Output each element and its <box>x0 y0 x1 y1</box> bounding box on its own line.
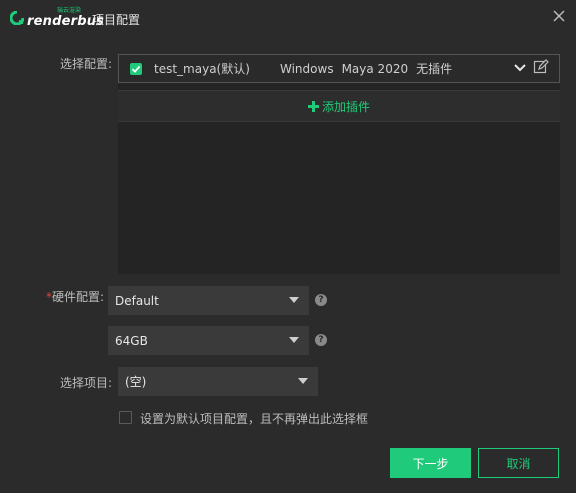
dropdown-caret-icon <box>298 378 308 384</box>
select-config-label: 选择配置: <box>59 57 112 71</box>
cancel-button[interactable]: 取消 <box>478 448 559 478</box>
hardware-help-icon[interactable]: ? <box>315 294 327 306</box>
add-plugin-button[interactable]: 添加插件 <box>118 90 560 122</box>
edit-button[interactable] <box>533 59 549 78</box>
config-item[interactable]: test_maya(默认) Windows Maya 2020 无插件 <box>118 54 560 83</box>
next-button[interactable]: 下一步 <box>390 448 471 478</box>
hardware-label-wrap: *硬件配置: <box>30 288 104 305</box>
config-os: Windows <box>280 61 334 76</box>
plus-icon <box>307 100 319 112</box>
dropdown-caret-icon <box>289 297 299 303</box>
window-title: 项目配置 <box>92 13 141 27</box>
project-select[interactable]: (空) <box>118 367 318 396</box>
hardware-preset-select[interactable]: Default <box>108 286 309 315</box>
renderbus-logo: 瑞云渲染 renderbus <box>10 8 104 28</box>
hardware-preset-value: Default <box>115 293 159 308</box>
chevron-down-icon <box>514 64 526 72</box>
memory-select[interactable]: 64GB <box>108 326 309 355</box>
config-name: test_maya(默认) <box>154 62 250 76</box>
add-plugin-label: 添加插件 <box>321 99 370 114</box>
memory-value: 64GB <box>115 333 148 348</box>
expand-button[interactable] <box>513 60 527 77</box>
dropdown-caret-icon <box>289 337 299 343</box>
default-config-label: 设置为默认项目配置，且不再弹出此选择框 <box>140 412 369 426</box>
default-config-checkbox[interactable] <box>119 411 132 424</box>
config-plugin: 无插件 <box>416 62 453 76</box>
renderbus-logo-mark-icon <box>10 11 24 25</box>
config-checkbox[interactable] <box>130 62 142 75</box>
check-icon <box>131 65 141 73</box>
title-bar: 瑞云渲染 renderbus 项目配置 <box>0 0 576 36</box>
config-actions <box>513 59 549 78</box>
close-icon <box>553 10 565 22</box>
close-button[interactable] <box>550 7 568 25</box>
config-panel: test_maya(默认) Windows Maya 2020 无插件 添加插件 <box>118 54 560 274</box>
memory-help-icon[interactable]: ? <box>315 334 327 346</box>
project-value: (空) <box>125 375 147 389</box>
hardware-label: 硬件配置: <box>51 290 104 304</box>
project-label: 选择项目: <box>59 376 112 390</box>
config-software: Maya 2020 <box>341 61 409 76</box>
edit-icon <box>533 59 549 74</box>
